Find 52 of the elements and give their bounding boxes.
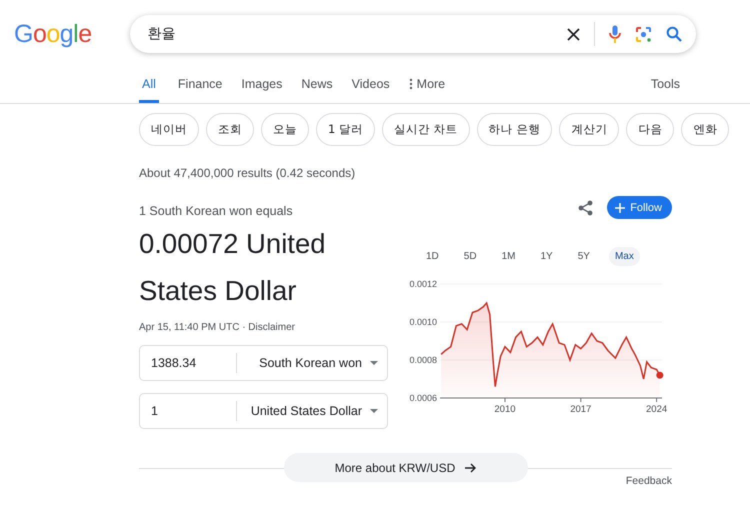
y-tick-label: 0.0012: [409, 279, 437, 289]
search-tab[interactable]: All: [139, 77, 159, 103]
suggestion-chip[interactable]: 실시간 차트: [382, 113, 470, 146]
dropdown-caret-icon: [370, 361, 378, 365]
plus-icon: [615, 202, 626, 212]
suggestion-chip[interactable]: 하나 은행: [476, 113, 552, 146]
share-icon[interactable]: [578, 200, 594, 216]
suggestion-chip[interactable]: 네이버: [139, 113, 199, 146]
timestamp-text: Apr 15, 11:40 PM UTC · Disclaimer: [139, 322, 296, 333]
google-logo[interactable]: Google: [12, 17, 94, 51]
suggestion-chip[interactable]: 계산기: [559, 113, 620, 146]
range-tab[interactable]: 1D: [420, 247, 445, 266]
microphone-icon[interactable]: [608, 24, 621, 44]
x-tick-label: 2024: [646, 404, 668, 415]
suggestion-chip[interactable]: 엔화: [681, 113, 730, 146]
range-tab[interactable]: 1Y: [534, 247, 559, 266]
follow-button[interactable]: Follow: [607, 196, 672, 219]
search-tab[interactable]: Videos: [352, 77, 390, 103]
feedback-link[interactable]: Feedback: [626, 475, 672, 487]
search-tab[interactable]: More: [408, 77, 446, 103]
suggestion-chip[interactable]: 1 달러: [316, 113, 375, 146]
suggestion-chip[interactable]: 다음: [626, 113, 674, 146]
conversion-result: 0.00072 United States Dollar: [139, 227, 327, 308]
y-tick-label: 0.0010: [409, 317, 437, 327]
x-tick-label: 2010: [494, 404, 516, 415]
more-about-button[interactable]: More about KRW/USD: [284, 453, 528, 482]
close-icon[interactable]: [566, 28, 580, 40]
currency-dropdown[interactable]: South Korean won: [237, 356, 387, 370]
search-tab[interactable]: News: [301, 77, 333, 103]
y-tick-label: 0.0006: [409, 393, 437, 403]
arrow-right-icon: [465, 462, 478, 472]
search-icon[interactable]: [666, 26, 682, 42]
x-tick-label: 2017: [570, 404, 592, 415]
tools-link[interactable]: Tools: [650, 77, 680, 103]
suggestion-chip[interactable]: 조회: [206, 113, 254, 146]
search-tab[interactable]: Images: [241, 77, 282, 103]
range-tab[interactable]: 5D: [458, 247, 483, 266]
range-tab[interactable]: Max: [608, 247, 640, 266]
dropdown-caret-icon: [370, 409, 378, 413]
more-vert-icon: [408, 78, 413, 90]
y-tick-label: 0.0008: [409, 355, 437, 365]
range-tab[interactable]: 5Y: [572, 247, 596, 266]
range-tab[interactable]: 1M: [496, 247, 522, 266]
currency-dropdown[interactable]: United States Dollar: [237, 404, 387, 418]
search-tab[interactable]: Finance: [178, 77, 222, 103]
suggestion-chip[interactable]: 오늘: [261, 113, 309, 146]
search-input[interactable]: 환율: [146, 25, 567, 43]
camera-lens-icon[interactable]: [634, 26, 652, 42]
conversion-caption: 1 South Korean won equals: [139, 204, 294, 218]
results-count: About 47,400,000 results (0.42 seconds): [139, 166, 356, 180]
end-point-marker: [656, 372, 664, 379]
disclaimer-link[interactable]: Disclaimer: [248, 322, 295, 333]
